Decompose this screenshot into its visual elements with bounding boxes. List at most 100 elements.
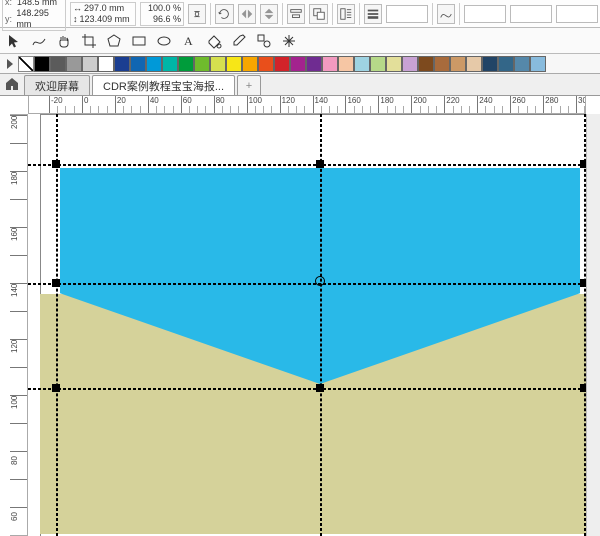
handle-bl[interactable] — [52, 384, 60, 392]
swatch[interactable] — [466, 56, 482, 72]
swatch[interactable] — [386, 56, 402, 72]
style-dropdown-2[interactable] — [510, 5, 552, 23]
chevron-right-icon — [2, 56, 18, 72]
polygon-tool[interactable] — [104, 31, 124, 51]
ellipse-tool[interactable] — [154, 31, 174, 51]
convert-curve-button[interactable] — [437, 4, 455, 24]
rectangle-icon — [131, 33, 147, 49]
obj-height[interactable]: 123.409 mm — [80, 14, 130, 25]
swatch[interactable] — [306, 56, 322, 72]
swatch[interactable] — [82, 56, 98, 72]
selection-edge-left — [56, 114, 58, 536]
swatch[interactable] — [450, 56, 466, 72]
swatch[interactable] — [242, 56, 258, 72]
hand-tool[interactable] — [54, 31, 74, 51]
swatch[interactable] — [418, 56, 434, 72]
align-icon — [289, 7, 303, 21]
mirror-v-button[interactable] — [260, 4, 278, 24]
order-button[interactable] — [309, 4, 327, 24]
pick-tool[interactable] — [4, 31, 24, 51]
pos-y[interactable]: 148.295 mm — [16, 8, 63, 30]
swatch[interactable] — [274, 56, 290, 72]
horizontal-ruler[interactable]: -200204060801001201401601802002202402602… — [28, 96, 586, 114]
swatch[interactable] — [178, 56, 194, 72]
swatch[interactable] — [50, 56, 66, 72]
swatch[interactable] — [402, 56, 418, 72]
toolbox: A — [0, 28, 600, 54]
swatch[interactable] — [290, 56, 306, 72]
vertical-scrollbar[interactable] — [586, 114, 600, 536]
swatch[interactable] — [130, 56, 146, 72]
eyedropper-tool[interactable] — [229, 31, 249, 51]
align-button[interactable] — [287, 4, 305, 24]
center-marker[interactable] — [315, 276, 325, 286]
curve-icon — [439, 7, 453, 21]
rotate-field[interactable] — [215, 4, 233, 24]
tab-add[interactable]: + — [237, 75, 261, 95]
rectangle-tool[interactable] — [129, 31, 149, 51]
swatch[interactable] — [146, 56, 162, 72]
wrap-icon — [339, 7, 353, 21]
style-dropdown-1[interactable] — [464, 5, 506, 23]
mirror-h-icon — [240, 7, 254, 21]
swatch[interactable] — [98, 56, 114, 72]
eyedropper-icon — [231, 33, 247, 49]
svg-text:A: A — [184, 34, 193, 48]
outline-width-dropdown[interactable] — [386, 5, 428, 23]
text-tool[interactable]: A — [179, 31, 199, 51]
scale-x[interactable]: 100.0 % — [143, 3, 181, 14]
swatch[interactable] — [338, 56, 354, 72]
swatch[interactable] — [162, 56, 178, 72]
swatch[interactable] — [322, 56, 338, 72]
effects-tool[interactable] — [279, 31, 299, 51]
fill-tool[interactable] — [204, 31, 224, 51]
palette-menu-button[interactable] — [2, 56, 18, 72]
canvas[interactable] — [28, 114, 586, 536]
pos-x[interactable]: 148.5 mm — [17, 0, 57, 8]
selection-edge-top — [28, 164, 586, 166]
polygon-icon — [106, 33, 122, 49]
freehand-tool[interactable] — [29, 31, 49, 51]
wrap-button[interactable] — [337, 4, 355, 24]
crop-icon — [81, 33, 97, 49]
swatch[interactable] — [34, 56, 50, 72]
handle-ml[interactable] — [52, 279, 60, 287]
swatch[interactable] — [434, 56, 450, 72]
handle-tm[interactable] — [316, 160, 324, 168]
sparkle-icon — [281, 33, 297, 49]
handle-tl[interactable] — [52, 160, 60, 168]
no-color-swatch[interactable] — [18, 56, 34, 72]
mirror-v-icon — [262, 7, 276, 21]
tab-welcome[interactable]: 欢迎屏幕 — [24, 75, 90, 95]
selection-guide-mid — [28, 283, 586, 285]
swatch[interactable] — [258, 56, 274, 72]
swatch[interactable] — [530, 56, 546, 72]
swatch[interactable] — [114, 56, 130, 72]
outline-width-button[interactable] — [364, 4, 382, 24]
home-icon[interactable] — [4, 76, 20, 92]
swatch[interactable] — [498, 56, 514, 72]
swatch[interactable] — [354, 56, 370, 72]
swatch[interactable] — [210, 56, 226, 72]
shape-tool[interactable] — [254, 31, 274, 51]
line-icon — [366, 7, 380, 21]
lock-ratio-button[interactable] — [188, 4, 206, 24]
scale-y[interactable]: 96.6 % — [143, 14, 181, 25]
bucket-icon — [206, 33, 222, 49]
mirror-h-button[interactable] — [238, 4, 256, 24]
scale-readout: 100.0 % 96.6 % — [140, 2, 184, 26]
selection-guide-center — [320, 114, 322, 536]
crop-tool[interactable] — [79, 31, 99, 51]
vertical-ruler[interactable]: 2001801601401201008060 — [10, 114, 28, 536]
handle-bm[interactable] — [316, 384, 324, 392]
size-readout: ↔297.0 mm ↕123.409 mm — [70, 2, 136, 26]
swatch[interactable] — [66, 56, 82, 72]
swatch[interactable] — [482, 56, 498, 72]
tab-document[interactable]: CDR案例教程宝宝海报... — [92, 75, 235, 95]
swatch[interactable] — [514, 56, 530, 72]
style-dropdown-3[interactable] — [556, 5, 598, 23]
swatch[interactable] — [226, 56, 242, 72]
swatch[interactable] — [370, 56, 386, 72]
obj-width[interactable]: 297.0 mm — [84, 3, 124, 14]
swatch[interactable] — [194, 56, 210, 72]
